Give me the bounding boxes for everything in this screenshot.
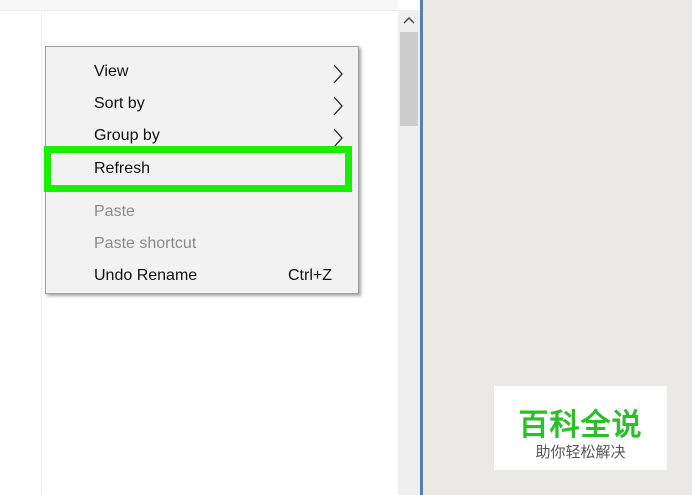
top-strip (0, 0, 398, 11)
menu-item-sort-by[interactable]: Sort by (46, 88, 358, 118)
menu-item-label: Sort by (94, 95, 145, 112)
menu-item-undo-rename[interactable]: Undo Rename Ctrl+Z (46, 260, 358, 290)
menu-item-paste-shortcut: Paste shortcut (46, 228, 358, 258)
menu-item-shortcut: Ctrl+Z (288, 267, 332, 284)
menu-item-label: Paste shortcut (94, 235, 197, 252)
nav-pane-divider (41, 10, 42, 495)
menu-item-label: Group by (94, 127, 160, 144)
vertical-scrollbar[interactable] (398, 10, 420, 495)
chevron-right-icon (333, 128, 343, 148)
menu-item-paste: Paste (46, 196, 358, 226)
chevron-right-icon (333, 96, 343, 116)
menu-item-label: Undo Rename (94, 267, 198, 284)
chevron-right-icon (333, 64, 343, 84)
menu-item-label: View (94, 63, 129, 80)
watermark-logo: 百科全说 助你轻松解决 (494, 386, 667, 470)
watermark-subtitle: 助你轻松解决 (535, 444, 626, 461)
menu-item-view[interactable]: View (46, 56, 358, 86)
scroll-thumb[interactable] (400, 32, 418, 126)
menu-item-label: Paste (94, 203, 135, 220)
window-border (420, 0, 423, 495)
refresh-highlight-box (44, 146, 352, 192)
scroll-up-button[interactable] (398, 10, 420, 30)
chevron-up-icon (403, 17, 415, 24)
watermark-title: 百科全说 (518, 409, 643, 442)
